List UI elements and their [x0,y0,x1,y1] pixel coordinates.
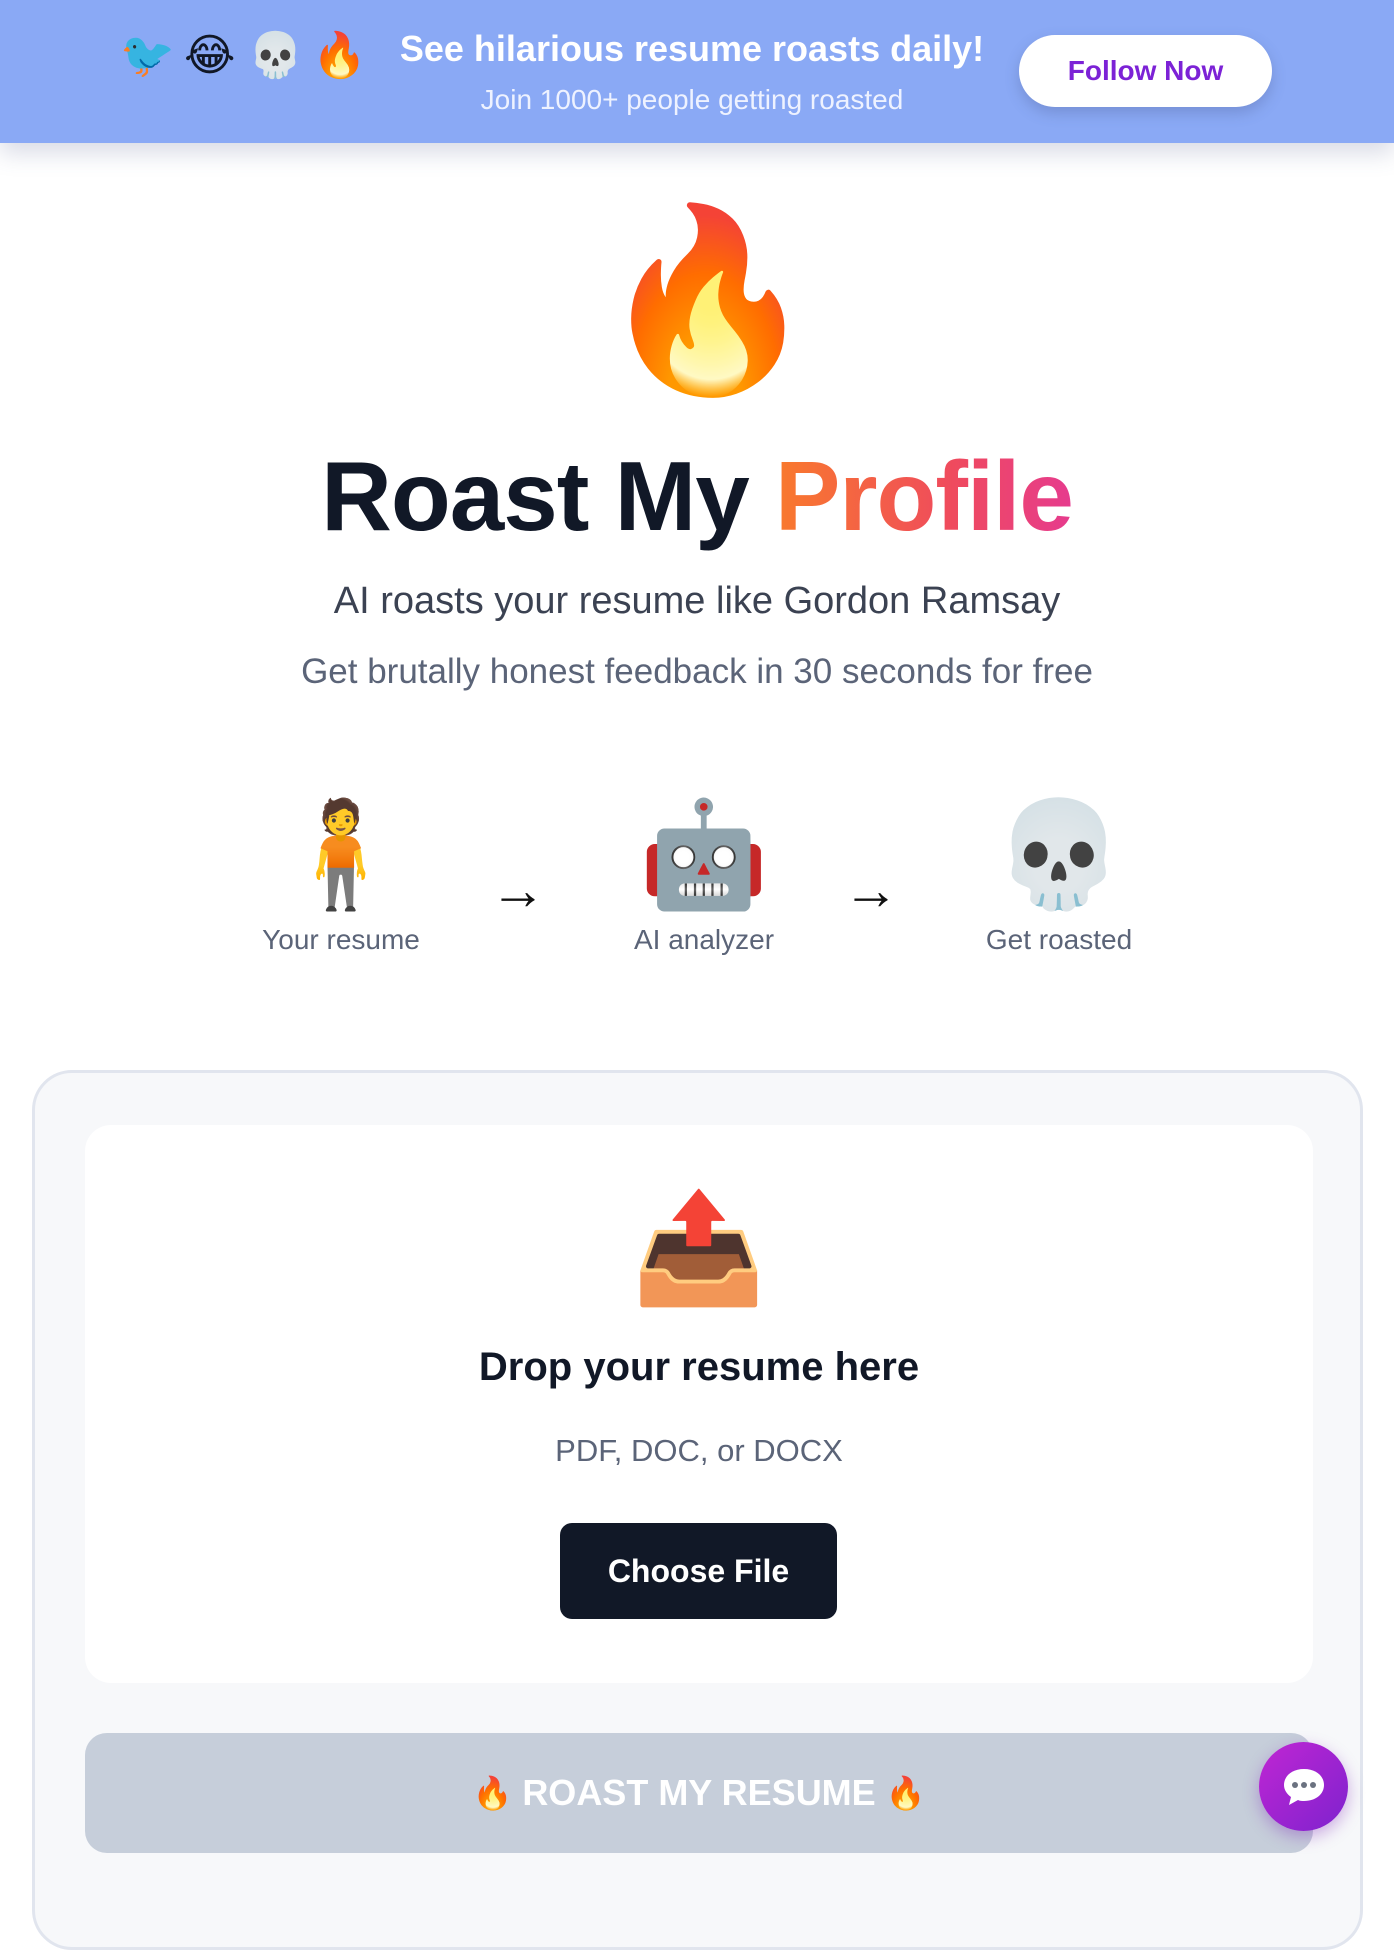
arrow-right-icon: → [490,858,546,921]
step-get-roasted: 💀 Get roasted [929,790,1189,956]
bird-icon: 🐦 [120,31,175,80]
step-label: Your resume [262,924,420,955]
hero-tagline: Get brutally honest feedback in 30 secon… [301,652,1093,691]
step-your-resume: 🧍 Your resume [211,790,471,956]
follow-now-button[interactable]: Follow Now [1019,35,1272,107]
arrow-right-icon: → [843,858,899,921]
fire-icon: 🔥 [312,31,367,80]
roast-my-resume-button[interactable]: 🔥 ROAST MY RESUME 🔥 [85,1733,1313,1853]
skull-icon: 💀 [248,31,303,80]
page-title-plain: Roast My [321,441,750,551]
fire-icon: 🔥 [472,1775,513,1811]
promo-banner: 🐦 😂 💀 🔥 See hilarious resume roasts dail… [0,0,1394,143]
chat-button[interactable] [1259,1742,1348,1831]
laughing-face-icon: 😂 [184,31,236,80]
person-standing-icon: 🧍 [276,797,406,913]
hero-subtitle: AI roasts your resume like Gordon Ramsay [333,580,1061,622]
page-title-accent: Profile [774,441,1074,551]
roast-button-label: ROAST MY RESUME [522,1772,876,1813]
upload-card: 📤 Drop your resume here PDF, DOC, or DOC… [32,1070,1363,1950]
step-ai-analyzer: 🤖 AI analyzer [574,790,834,956]
hero-fire-icon: 🔥 [597,200,819,399]
page-title: Roast My Profile [0,440,1394,553]
skull-icon: 💀 [994,797,1124,913]
dropzone-title: Drop your resume here [478,1345,920,1389]
banner-subtitle: Join 1000+ people getting roasted [480,84,904,115]
resume-dropzone[interactable]: 📤 Drop your resume here PDF, DOC, or DOC… [85,1125,1313,1683]
accepted-formats: PDF, DOC, or DOCX [555,1433,843,1468]
fire-icon: 🔥 [885,1775,926,1811]
robot-icon: 🤖 [639,797,769,913]
step-label: Get roasted [985,924,1133,955]
choose-file-button[interactable]: Choose File [560,1523,837,1619]
step-label: AI analyzer [633,924,775,955]
chat-bubble-icon [1283,1768,1324,1805]
banner-title: See hilarious resume roasts daily! [399,28,985,69]
banner-emoji-row: 🐦 😂 💀 🔥 [120,30,367,82]
outbox-tray-icon: 📤 [631,1187,767,1308]
